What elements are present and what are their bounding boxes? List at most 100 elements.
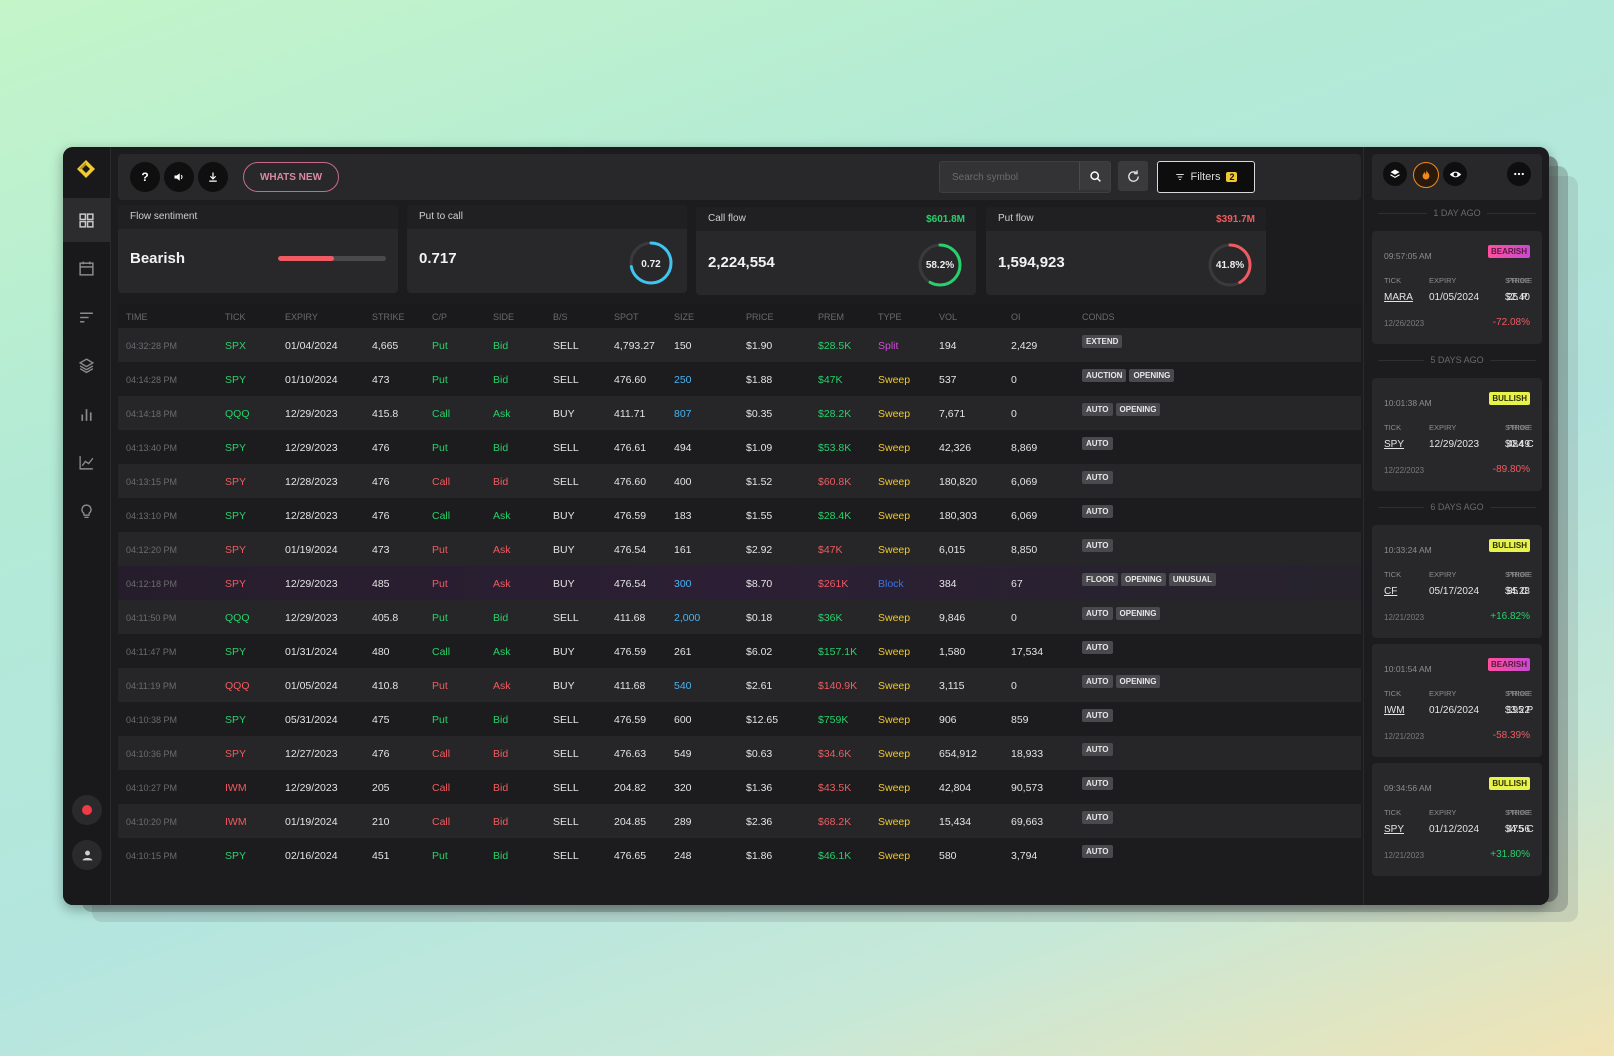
column-header[interactable]: SIZE [674,312,694,322]
column-header[interactable]: OI [1011,312,1021,322]
cell-tick[interactable]: QQQ [225,680,250,692]
column-header[interactable]: TIME [126,312,148,322]
hot-button[interactable] [1413,162,1439,188]
alert-tick[interactable]: SPY [1384,439,1404,450]
cell-tick[interactable]: QQQ [225,612,250,624]
more-button[interactable] [1507,162,1531,186]
refresh-button[interactable] [1118,161,1148,191]
table-row[interactable]: 04:13:10 PM SPY 12/28/2023 476 Call Ask BUY 476… [118,498,1361,532]
filters-button[interactable]: Filters 2 [1157,161,1255,193]
layers-button[interactable] [1383,162,1407,186]
cell-tick[interactable]: SPY [225,476,246,488]
cell-tick[interactable]: IWM [225,816,247,828]
alert-tick[interactable]: CF [1384,586,1397,597]
search-icon [1089,170,1101,182]
table-row[interactable]: 04:13:40 PM SPY 12/29/2023 476 Put Bid SELL 476… [118,430,1361,464]
whats-new-button[interactable]: WHATS NEW [243,162,339,192]
table-row[interactable]: 04:11:50 PM QQQ 12/29/2023 405.8 Put Bid SELL 4… [118,600,1361,634]
cell-vol: 9,846 [939,612,966,624]
cell-cp: Put [432,442,448,454]
search-input[interactable] [940,162,1092,192]
table-row[interactable]: 04:14:28 PM SPY 01/10/2024 473 Put Bid SELL 476… [118,362,1361,396]
cell-time: 04:11:47 PM [126,647,177,657]
cell-tick[interactable]: SPY [225,748,246,760]
condition-tag: OPENING [1121,573,1166,586]
cell-spot: 476.60 [614,476,647,488]
sidebar-item-line-chart[interactable] [63,440,110,484]
cell-tick[interactable]: SPY [225,374,246,386]
table-row[interactable]: 04:12:18 PM SPY 12/29/2023 485 Put Ask BUY 476.… [118,566,1361,601]
cell-expiry: 12/29/2023 [285,408,338,420]
table-row[interactable]: 04:10:15 PM SPY 02/16/2024 451 Put Bid SELL 476… [118,838,1361,872]
alert-card[interactable]: 10:01:54 AM BEARISH TICK EXPIRY STRIKE PRICE I… [1372,644,1542,757]
cell-tick[interactable]: SPY [225,714,246,726]
cell-oi: 67 [1011,578,1023,590]
sidebar-item-layers[interactable] [63,343,110,387]
cell-tick[interactable]: SPY [225,578,246,590]
alert-tick[interactable]: MARA [1384,292,1413,303]
column-header[interactable]: EXPIRY [285,312,318,322]
cell-tick[interactable]: SPY [225,544,246,556]
cell-prem: $47K [818,544,843,556]
logo-icon[interactable] [75,158,97,180]
cell-tick[interactable]: SPY [225,646,246,658]
search-button[interactable] [1079,162,1110,190]
alert-date: 12/26/2023 [1384,319,1425,328]
column-header[interactable]: TICK [225,312,246,322]
column-header[interactable]: SIDE [493,312,514,322]
alert-card[interactable]: 09:57:05 AM BEARISH TICK EXPIRY STRIKE PRICE M… [1372,231,1542,344]
table-row[interactable]: 04:10:20 PM IWM 01/19/2024 210 Call Bid SELL 20… [118,804,1361,838]
cell-conds: EXTEND [1082,335,1123,348]
column-header[interactable]: C/P [432,312,447,322]
cell-tick[interactable]: SPY [225,442,246,454]
cell-tick[interactable]: SPY [225,850,246,862]
cell-tick[interactable]: SPX [225,340,246,352]
help-button[interactable]: ? [130,162,160,192]
column-header[interactable]: PRICE [746,312,774,322]
cell-prem: $36K [818,612,843,624]
table-row[interactable]: 04:32:28 PM SPX 01/04/2024 4,665 Put Bid SELL 4… [118,328,1361,362]
column-header[interactable]: TYPE [878,312,902,322]
sidebar-item-sort[interactable] [63,295,110,339]
download-button[interactable] [198,162,228,192]
column-header[interactable]: STRIKE [372,312,405,322]
alert-card[interactable]: 09:34:56 AM BULLISH TICK EXPIRY STRIKE PRICE S… [1372,763,1542,876]
watch-button[interactable] [1443,162,1467,186]
cell-tick[interactable]: IWM [225,782,247,794]
column-header[interactable]: CONDS [1082,312,1115,322]
alert-card[interactable]: 10:01:38 AM BULLISH TICK EXPIRY STRIKE PRICE S… [1372,378,1542,491]
table-row[interactable]: 04:13:15 PM SPY 12/28/2023 476 Call Bid SELL 47… [118,464,1361,498]
column-header[interactable]: VOL [939,312,957,322]
cell-tick[interactable]: SPY [225,510,246,522]
sidebar-item-dashboard[interactable] [63,198,110,242]
cell-tick[interactable]: QQQ [225,408,250,420]
table-row[interactable]: 04:10:38 PM SPY 05/31/2024 475 Put Bid SELL 476… [118,702,1361,736]
user-button[interactable] [72,840,102,870]
cell-conds: AUTO [1082,471,1113,484]
cell-oi: 2,429 [1011,340,1038,352]
sidebar-item-ideas[interactable] [63,489,110,533]
table-row[interactable]: 04:14:18 PM QQQ 12/29/2023 415.8 Call Ask BUY 4… [118,396,1361,430]
column-header[interactable]: SPOT [614,312,639,322]
alert-card[interactable]: 10:33:24 AM BULLISH TICK EXPIRY STRIKE PRICE C… [1372,525,1542,638]
column-header[interactable]: PREM [818,312,844,322]
column-header[interactable]: B/S [553,312,568,322]
table-row[interactable]: 04:11:47 PM SPY 01/31/2024 480 Call Ask BUY 476… [118,634,1361,668]
cell-expiry: 01/19/2024 [285,816,338,828]
alert-tick[interactable]: SPY [1384,824,1404,835]
table-row[interactable]: 04:10:36 PM SPY 12/27/2023 476 Call Bid SELL 47… [118,736,1361,770]
table-row[interactable]: 04:11:19 PM QQQ 01/05/2024 410.8 Put Ask BUY 41… [118,668,1361,702]
sidebar-item-calendar[interactable] [63,246,110,290]
cell-price: $2.92 [746,544,773,556]
sidebar-item-bar-chart[interactable] [63,392,110,436]
sound-button[interactable] [164,162,194,192]
cell-bs: SELL [553,782,579,794]
cell-strike: 415.8 [372,408,399,420]
alert-tick[interactable]: IWM [1384,705,1405,716]
cell-size: 261 [674,646,692,658]
table-row[interactable]: 04:12:20 PM SPY 01/19/2024 473 Put Ask BUY 476.… [118,532,1361,566]
record-button[interactable] [72,795,102,825]
table-row[interactable]: 04:10:27 PM IWM 12/29/2023 205 Call Bid SELL 20… [118,770,1361,804]
cell-strike: 4,665 [372,340,399,352]
cell-prem: $28.2K [818,408,852,420]
